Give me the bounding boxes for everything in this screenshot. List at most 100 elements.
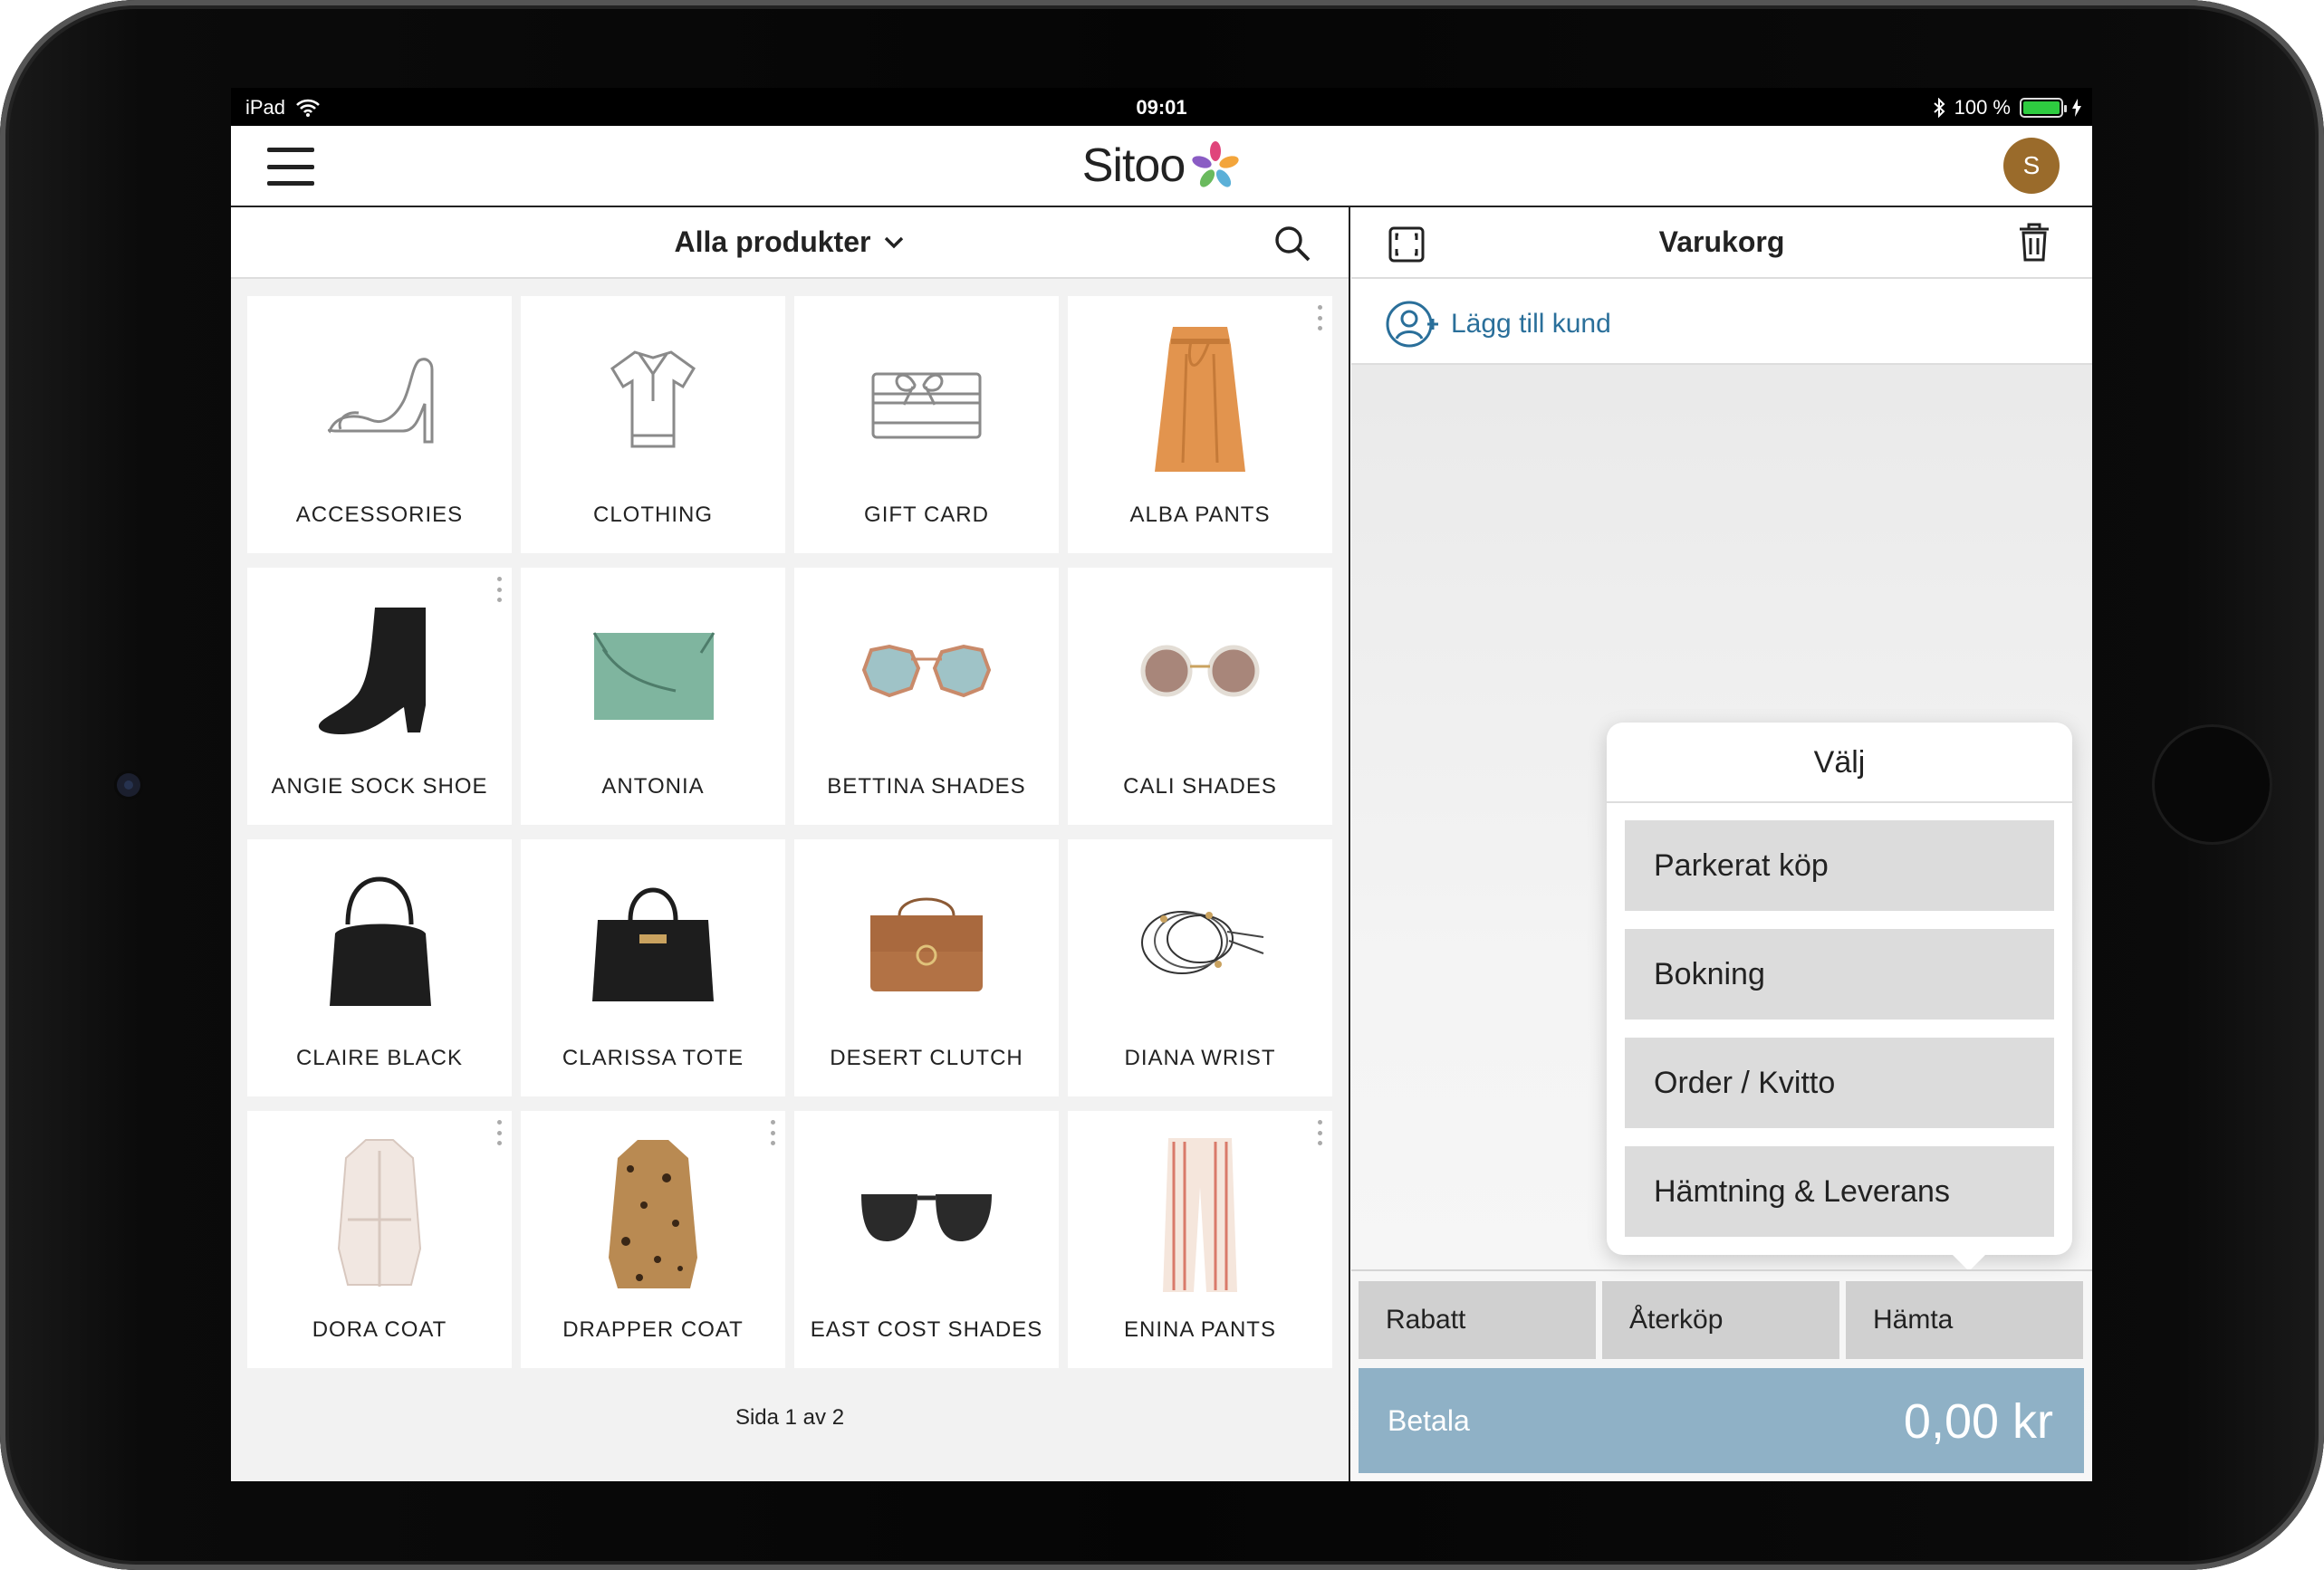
product-tile-bettina-shades[interactable]: BETTINA SHADES <box>794 568 1059 825</box>
tile-label: ENINA PANTS <box>1124 1317 1276 1342</box>
tile-label: ACCESSORIES <box>295 503 464 527</box>
product-tile-clothing[interactable]: CLOTHING <box>521 296 785 553</box>
pay-button[interactable]: Betala 0,00 kr <box>1359 1368 2084 1473</box>
bluetooth-icon <box>1933 98 1945 118</box>
round-sunglasses-image <box>1140 645 1260 697</box>
white-coat-image <box>337 1139 422 1287</box>
refund-button[interactable]: Återköp <box>1602 1281 1839 1359</box>
user-avatar[interactable]: S <box>2003 138 2060 194</box>
tile-label: ALBA PANTS <box>1129 503 1271 527</box>
catalog-header: Alla produkter <box>231 207 1349 279</box>
octagon-sunglasses-image <box>861 644 992 698</box>
tile-label: DIANA WRIST <box>1124 1046 1276 1070</box>
pagination-label: Sida 1 av 2 <box>735 1405 845 1430</box>
tile-label: CLARISSA TOTE <box>562 1046 744 1070</box>
tile-image <box>521 309 785 490</box>
add-customer-link[interactable]: Lägg till kund <box>1451 309 1611 340</box>
product-tile-clarissa-tote[interactable]: CLARISSA TOTE <box>521 839 785 1096</box>
tile-image <box>247 1124 512 1305</box>
tile-image <box>794 309 1059 490</box>
option-pickup-delivery[interactable]: Hämtning & Leverans <box>1625 1146 2054 1237</box>
product-tile-gift-card[interactable]: GIFT CARD <box>794 296 1059 553</box>
tile-image <box>1068 1124 1332 1305</box>
tile-label: DESERT CLUTCH <box>830 1046 1023 1070</box>
product-tile-claire-black[interactable]: CLAIRE BLACK <box>247 839 512 1096</box>
tile-image <box>247 580 512 761</box>
add-user-icon <box>1386 301 1438 348</box>
pay-label: Betala <box>1388 1404 1470 1437</box>
tile-label: CLAIRE BLACK <box>295 1046 464 1070</box>
category-label: Alla produkter <box>674 225 871 258</box>
option-order-receipt[interactable]: Order / Kvitto <box>1625 1038 2054 1128</box>
green-clutch-image <box>592 632 715 720</box>
shirt-outline-icon <box>610 350 696 448</box>
logo-flower-icon <box>1192 141 1239 187</box>
gift-card-outline-icon <box>871 372 982 439</box>
tile-label: ANGIE SOCK SHOE <box>271 774 488 799</box>
tile-label: CLOTHING <box>592 503 713 527</box>
product-tile-desert-clutch[interactable]: DESERT CLUTCH <box>794 839 1059 1096</box>
product-tile-east-cost-shades[interactable]: EAST COST SHADES <box>794 1111 1059 1368</box>
tile-label: DORA COAT <box>312 1317 447 1342</box>
tile-image <box>521 1124 785 1305</box>
tile-image <box>247 852 512 1033</box>
battery-icon <box>2020 98 2067 118</box>
status-bar: iPad 09:01 100 % <box>231 88 2092 126</box>
product-tile-alba-pants[interactable]: ALBA PANTS <box>1068 296 1332 553</box>
tile-label: ANTONIA <box>601 774 705 799</box>
retrieve-button[interactable]: Hämta <box>1846 1281 2083 1359</box>
popup-title: Välj <box>1607 723 2072 803</box>
front-camera <box>117 773 140 797</box>
tile-label: GIFT CARD <box>864 503 989 527</box>
cart-action-bar: Rabatt Återköp Hämta <box>1351 1269 2092 1360</box>
product-tile-enina-pants[interactable]: ENINA PANTS <box>1068 1111 1332 1368</box>
status-time: 09:01 <box>1136 96 1187 119</box>
brown-bag-image <box>870 897 983 991</box>
trash-icon[interactable] <box>2016 222 2052 263</box>
product-tile-accessories[interactable]: ACCESSORIES <box>247 296 512 553</box>
tile-image <box>521 852 785 1033</box>
add-customer-row[interactable]: Lägg till kund <box>1351 279 2092 365</box>
home-button[interactable] <box>2155 727 2270 842</box>
cart-title: Varukorg <box>1658 225 1785 258</box>
tile-label: BETTINA SHADES <box>827 774 1026 799</box>
black-sunglasses-image <box>861 1194 992 1241</box>
option-parked-purchase[interactable]: Parkerat köp <box>1625 820 2054 911</box>
pay-amount: 0,00 kr <box>1903 1394 2053 1449</box>
search-icon[interactable] <box>1272 224 1312 263</box>
tile-image <box>1068 309 1332 490</box>
black-tote-image <box>592 887 714 1001</box>
option-booking[interactable]: Bokning <box>1625 929 2054 1020</box>
sitoo-logo: Sitoo <box>231 139 2092 193</box>
shoe-outline-icon <box>327 358 434 444</box>
tile-image <box>794 852 1059 1033</box>
product-tile-dora-coat[interactable]: DORA COAT <box>247 1111 512 1368</box>
chevron-down-icon <box>885 236 904 248</box>
tile-image <box>794 580 1059 761</box>
tile-image <box>794 1124 1059 1305</box>
tile-image <box>1068 580 1332 761</box>
product-tile-antonia[interactable]: ANTONIA <box>521 568 785 825</box>
leopard-coat-image <box>609 1140 697 1288</box>
app-screen: iPad 09:01 100 % Sitoo S Alla produkter … <box>231 88 2092 1481</box>
tile-image <box>1068 852 1332 1033</box>
battery-percent: 100 % <box>1954 96 2011 119</box>
product-tile-angie-sock-shoe[interactable]: ANGIE SOCK SHOE <box>247 568 512 825</box>
orange-skirt-image <box>1155 327 1245 472</box>
cart-panel: Varukorg Lägg till kund Välj Parkerat kö… <box>1351 207 2092 1481</box>
ipad-device-frame: iPad 09:01 100 % Sitoo S Alla produkter … <box>0 0 2324 1570</box>
tile-image <box>521 580 785 761</box>
product-catalog-panel: Alla produkter ACCESSORIES CLOTHING GIFT… <box>231 207 1350 1481</box>
category-dropdown[interactable]: Alla produkter <box>231 225 1349 259</box>
product-tile-diana-wrist[interactable]: DIANA WRIST <box>1068 839 1332 1096</box>
product-tile-drapper-coat[interactable]: DRAPPER COAT <box>521 1111 785 1368</box>
striped-pants-image <box>1163 1138 1237 1292</box>
cart-header: Varukorg <box>1351 207 2092 279</box>
tile-image <box>247 309 512 490</box>
product-tile-cali-shades[interactable]: CALI SHADES <box>1068 568 1332 825</box>
bracelets-image <box>1141 911 1264 974</box>
choose-popup: Välj Parkerat köp Bokning Order / Kvitto… <box>1607 723 2072 1271</box>
discount-button[interactable]: Rabatt <box>1359 1281 1596 1359</box>
tile-label: CALI SHADES <box>1123 774 1277 799</box>
black-boot-image <box>318 608 426 734</box>
